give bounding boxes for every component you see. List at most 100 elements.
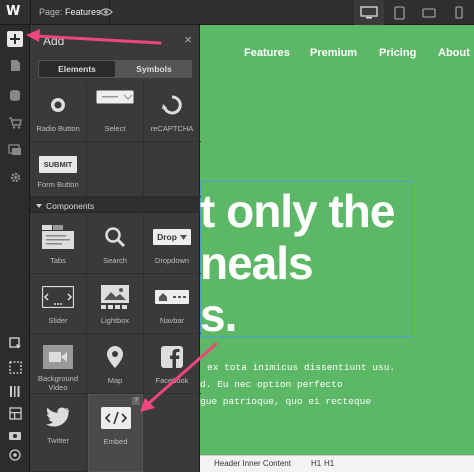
panel-tabs: Elements Symbols (38, 60, 192, 78)
breadcrumb-item[interactable]: H1 (324, 456, 334, 472)
element-search[interactable]: Search (87, 214, 144, 274)
heading-line: t only the (200, 185, 395, 237)
tab-elements[interactable]: Elements (39, 61, 115, 77)
dropdown-icon: Drop (144, 222, 200, 252)
navbar-icon (144, 282, 200, 312)
element-slider[interactable]: Slider (30, 274, 87, 334)
desktop-icon[interactable] (354, 0, 384, 25)
nav-link-premium[interactable]: Premium (310, 47, 357, 59)
element-label: Background Video (37, 374, 79, 392)
panel-header: Add × (30, 25, 200, 55)
twitter-icon (30, 402, 86, 432)
element-label: Lightbox (100, 316, 130, 325)
dashed-box-icon[interactable] (5, 357, 25, 377)
mobile-portrait-icon[interactable] (444, 0, 474, 25)
tablet-icon[interactable] (384, 0, 414, 25)
grid-icon[interactable] (5, 403, 25, 423)
search-icon (87, 222, 143, 252)
embed-icon (89, 403, 142, 433)
element-form-button[interactable]: SUBMIT Form Button (30, 142, 87, 197)
empty-cell (144, 142, 201, 197)
element-lightbox[interactable]: Lightbox (87, 274, 144, 334)
element-navbar[interactable]: Navbar (144, 274, 201, 334)
element-radio-button[interactable]: Radio Button (30, 82, 87, 142)
element-label: Dropdown (154, 256, 190, 265)
element-label: reCAPTCHA (150, 124, 194, 133)
left-toolbar (0, 25, 30, 472)
device-switcher (354, 0, 474, 25)
close-icon[interactable]: × (184, 32, 192, 47)
tab-symbols[interactable]: Symbols (116, 60, 192, 78)
breadcrumb-item[interactable]: Header Inner Content (214, 456, 291, 472)
preview-eye-icon[interactable] (99, 6, 113, 18)
element-twitter[interactable]: Twitter (30, 394, 87, 472)
database-icon[interactable] (5, 85, 25, 105)
tabs-icon (30, 222, 86, 252)
panel-title: Add (43, 34, 65, 48)
element-tabs[interactable]: Tabs (30, 214, 87, 274)
element-embed[interactable]: ? Embed (88, 394, 143, 472)
webflow-logo[interactable]: W (6, 4, 24, 20)
add-panel: Add × Elements Symbols Radio Button Sele… (30, 25, 201, 472)
element-label: Radio Button (36, 124, 80, 133)
assets-icon[interactable] (5, 140, 25, 160)
empty-cell (87, 142, 144, 197)
settings-icon[interactable] (5, 167, 25, 187)
select-field-icon (87, 82, 143, 112)
help-icon[interactable] (5, 445, 25, 465)
camera-icon[interactable] (5, 425, 25, 445)
caret-down-icon (36, 204, 42, 208)
element-label: Select (104, 124, 126, 133)
element-label: Map (107, 376, 123, 385)
element-label: Tabs (50, 256, 66, 265)
nav-link-pricing[interactable]: Pricing (379, 47, 416, 59)
element-label: Navbar (159, 316, 185, 325)
nav-link-features[interactable]: Features (244, 47, 290, 59)
site-nav: Features Premium Pricing About (200, 47, 474, 61)
dropdown-icon-label: Drop (157, 232, 177, 242)
paragraph-line: ex tota inimicus dissentiunt usu. (207, 362, 396, 373)
breadcrumb: Header Inner Content H1 H1 (200, 455, 474, 472)
design-canvas[interactable]: Features Premium Pricing About t only th… (200, 25, 474, 455)
element-recaptcha[interactable]: reCAPTCHA (144, 82, 201, 142)
submit-icon-label: SUBMIT (38, 155, 78, 173)
pages-icon[interactable] (5, 55, 25, 75)
page-prefix: Page: (39, 7, 63, 17)
lightbox-icon (87, 282, 143, 312)
heading-line: neals (200, 237, 314, 289)
element-label: Form Button (37, 180, 79, 189)
map-pin-icon (87, 342, 143, 372)
ruler-icon[interactable] (5, 381, 25, 401)
video-icon (30, 342, 86, 372)
section-title: Components (46, 201, 95, 211)
hero-heading[interactable]: t only the neals s. (200, 185, 395, 341)
mobile-landscape-icon[interactable] (414, 0, 444, 25)
heading-line: s. (200, 289, 237, 341)
element-label: Slider (48, 316, 68, 325)
nav-link-about[interactable]: About (438, 47, 470, 59)
element-label: Twitter (46, 436, 70, 445)
element-label: Search (103, 256, 127, 265)
radio-icon (30, 90, 86, 120)
top-bar: W Page: Features (0, 0, 474, 25)
add-icon[interactable] (7, 31, 23, 47)
breadcrumb-item[interactable]: H1 (311, 456, 321, 472)
page-selector[interactable]: Page: Features (30, 0, 110, 25)
section-components[interactable]: Components (30, 197, 200, 213)
facebook-icon (144, 342, 200, 372)
hero-paragraph[interactable]: ex tota inimicus dissentiunt usu. d. Eu … (200, 359, 395, 410)
select-icon[interactable] (5, 333, 25, 353)
paragraph-line: gue patrioque, quo ei recteque (200, 396, 372, 407)
element-map[interactable]: Map (87, 334, 144, 394)
element-select[interactable]: Select (87, 82, 144, 142)
element-dropdown[interactable]: Drop Dropdown (144, 214, 201, 274)
element-facebook[interactable]: Facebook (144, 334, 201, 394)
element-label: Embed (103, 437, 128, 446)
submit-icon: SUBMIT (30, 149, 86, 179)
element-background-video[interactable]: Background Video (30, 334, 87, 394)
ecommerce-icon[interactable] (5, 113, 25, 133)
slider-icon (30, 282, 86, 312)
element-label: Facebook (155, 376, 189, 385)
paragraph-line: d. Eu nec option perfecto (200, 379, 343, 390)
recaptcha-icon (144, 90, 200, 120)
